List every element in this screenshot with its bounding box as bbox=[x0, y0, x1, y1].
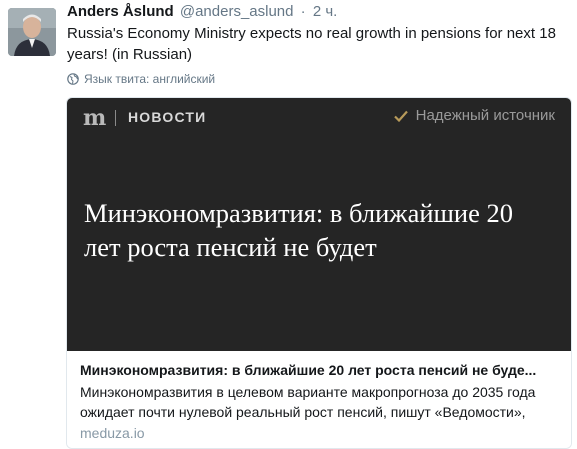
trusted-source-label: Надежный источник bbox=[415, 107, 555, 124]
tweet-language-row: Язык твита: английский bbox=[67, 72, 215, 86]
trusted-source-badge: Надежный источник bbox=[393, 107, 555, 124]
card-headline: Минэкономразвития: в ближайшие 20 лет ро… bbox=[84, 198, 513, 262]
logo-divider bbox=[115, 110, 116, 126]
author-name[interactable]: Anders Åslund bbox=[67, 3, 174, 20]
card-body[interactable]: Минэкономразвития: в ближайшие 20 лет ро… bbox=[67, 351, 571, 448]
tweet-timestamp[interactable]: 2 ч. bbox=[313, 3, 338, 20]
card-image[interactable]: m НОВОСТИ Надежный источник Минэкономраз… bbox=[67, 98, 571, 351]
avatar-photo bbox=[8, 8, 56, 56]
tweet-language-label: Язык твита: английский bbox=[84, 72, 216, 86]
card-section-label: НОВОСТИ bbox=[128, 109, 207, 125]
card-title[interactable]: Минэкономразвития: в ближайшие 20 лет ро… bbox=[80, 360, 558, 380]
tweet-header: Anders Åslund @anders_aslund · 2 ч. bbox=[67, 2, 337, 22]
globe-icon bbox=[67, 73, 79, 85]
tweet-text: Russia's Economy Ministry expects no rea… bbox=[67, 25, 556, 63]
header-separator: · bbox=[300, 3, 306, 20]
author-handle[interactable]: @anders_aslund bbox=[180, 3, 294, 20]
link-card[interactable]: m НОВОСТИ Надежный источник Минэкономраз… bbox=[66, 97, 572, 449]
card-domain[interactable]: meduza.io bbox=[80, 425, 145, 441]
avatar[interactable] bbox=[8, 8, 56, 56]
card-description: Минэкономразвития в целевом варианте мак… bbox=[80, 384, 536, 420]
site-logo: m bbox=[83, 105, 107, 131]
checkmark-icon bbox=[393, 110, 408, 122]
